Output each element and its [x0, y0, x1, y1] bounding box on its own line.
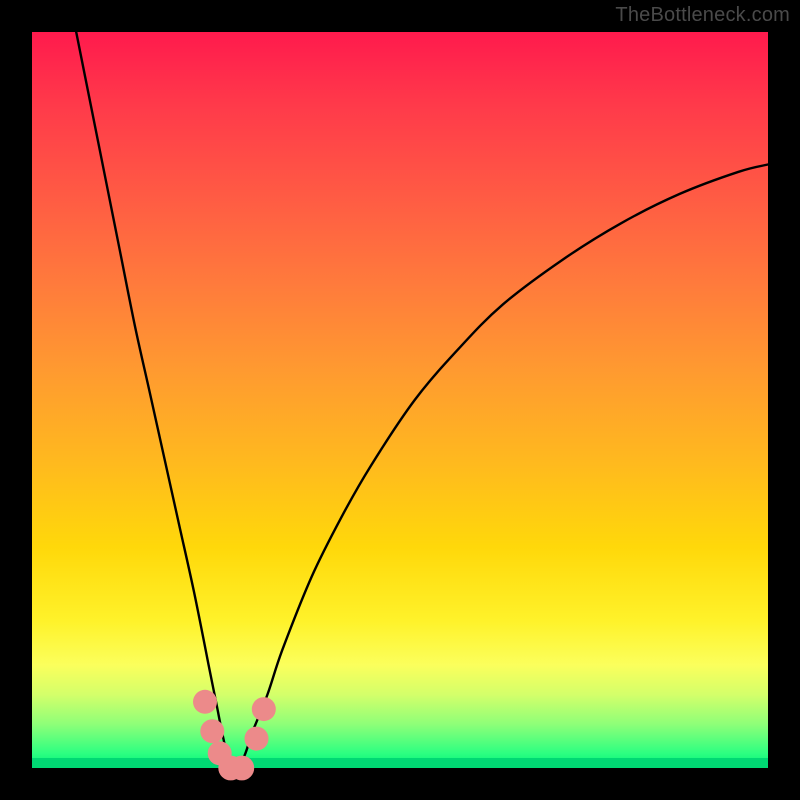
marker-group: [193, 690, 276, 781]
data-marker: [200, 719, 224, 743]
chart-svg: [0, 0, 800, 800]
chart-frame: TheBottleneck.com: [0, 0, 800, 800]
curve-group: [76, 32, 768, 771]
data-marker: [245, 727, 269, 751]
data-marker: [252, 697, 276, 721]
bottleneck-curve: [76, 32, 768, 771]
data-marker: [193, 690, 217, 714]
data-marker: [229, 756, 254, 781]
attribution-label: TheBottleneck.com: [615, 4, 790, 27]
